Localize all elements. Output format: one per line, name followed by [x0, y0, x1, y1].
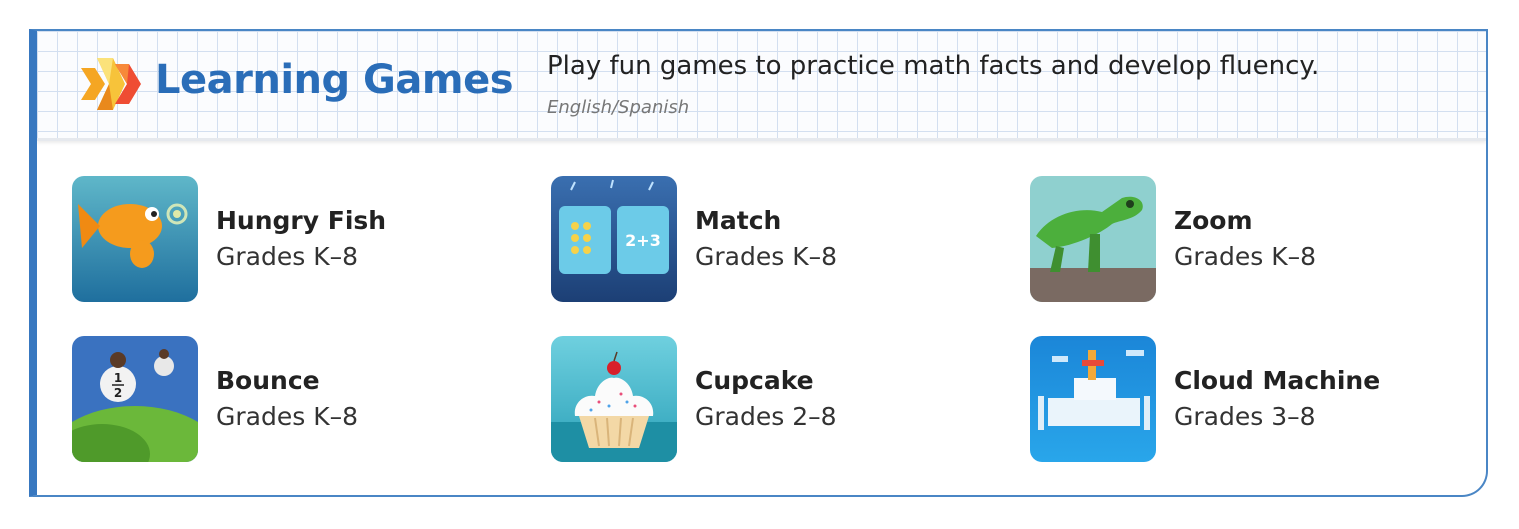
header-description: Play fun games to practice math facts an… — [547, 51, 1320, 81]
game-bounce[interactable]: 1 2 Bounce Grades K–8 — [72, 336, 492, 462]
learning-games-logo-icon — [81, 58, 141, 110]
page-title: Learning Games — [155, 57, 514, 103]
game-grades: Grades K–8 — [216, 402, 358, 431]
game-hungry-fish[interactable]: Hungry Fish Grades K–8 — [72, 176, 492, 302]
match-tile-text: 2+3 — [625, 231, 661, 250]
game-grades: Grades K–8 — [1174, 242, 1316, 271]
game-name[interactable]: Hungry Fish — [216, 206, 386, 235]
panel-header: Learning Games Play fun games to practic… — [37, 31, 1486, 141]
game-name[interactable]: Zoom — [1174, 206, 1253, 235]
hungry-fish-icon[interactable] — [72, 176, 198, 302]
game-name[interactable]: Bounce — [216, 366, 320, 395]
match-icon[interactable]: 2+3 — [551, 176, 677, 302]
language-note: English/Spanish — [547, 97, 690, 118]
game-grades: Grades K–8 — [695, 242, 837, 271]
bounce-fraction-bottom: 2 — [114, 386, 122, 400]
game-zoom[interactable]: Zoom Grades K–8 — [1030, 176, 1450, 302]
bounce-fraction-top: 1 — [114, 371, 122, 385]
cupcake-icon[interactable] — [551, 336, 677, 462]
bounce-icon[interactable]: 1 2 — [72, 336, 198, 462]
game-cloud-machine[interactable]: Cloud Machine Grades 3–8 — [1030, 336, 1450, 462]
game-grades: Grades 2–8 — [695, 402, 837, 431]
game-name[interactable]: Cloud Machine — [1174, 366, 1380, 395]
game-grades: Grades 3–8 — [1174, 402, 1316, 431]
learning-games-panel: Learning Games Play fun games to practic… — [29, 29, 1488, 497]
zoom-icon[interactable] — [1030, 176, 1156, 302]
game-grades: Grades K–8 — [216, 242, 358, 271]
game-name[interactable]: Match — [695, 206, 781, 235]
cloud-machine-icon[interactable] — [1030, 336, 1156, 462]
game-cupcake[interactable]: Cupcake Grades 2–8 — [551, 336, 971, 462]
game-name[interactable]: Cupcake — [695, 366, 814, 395]
game-match[interactable]: 2+3 Match Grades K–8 — [551, 176, 971, 302]
